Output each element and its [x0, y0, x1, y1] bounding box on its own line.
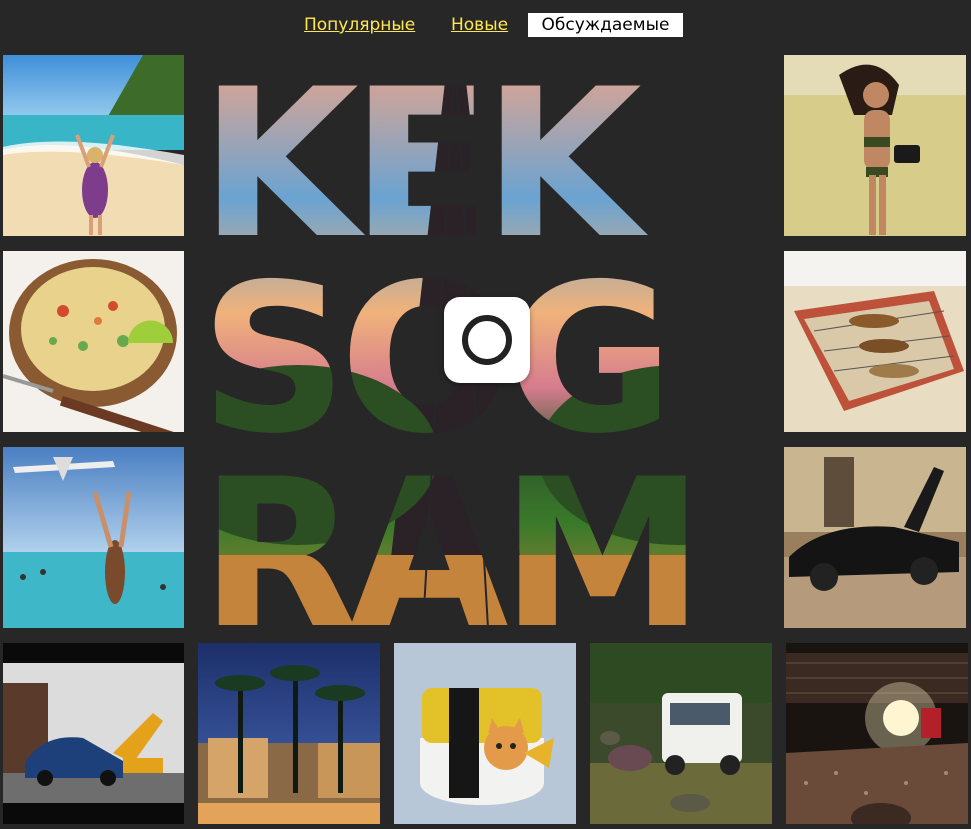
airplane-beach-image [3, 447, 184, 628]
beach-girl-image [3, 55, 184, 236]
salad-bowl-image [3, 251, 184, 432]
picture-bikini-camera[interactable] [784, 55, 966, 236]
bikini-camera-image [784, 55, 966, 236]
jeep-hippo-image [590, 643, 772, 824]
picture-airplane-beach[interactable] [3, 447, 184, 628]
sushi-cat-image [394, 643, 576, 824]
filter-new[interactable]: Новые [451, 13, 508, 37]
picture-concert-hall[interactable] [786, 643, 968, 824]
picture-beach-girl[interactable] [3, 55, 184, 236]
picture-car-demolition[interactable] [3, 643, 184, 824]
picture-palm-trees-night[interactable] [198, 643, 380, 824]
camera-lens [462, 315, 512, 365]
palm-trees-image [198, 643, 380, 824]
picture-sushi-cat[interactable] [394, 643, 576, 824]
picture-jeep-hippo[interactable] [590, 643, 772, 824]
picture-salad-bowl[interactable] [3, 251, 184, 432]
filter-popular[interactable]: Популярные [304, 13, 415, 37]
shoe-rack-image [784, 251, 966, 432]
filters-bar: Популярные Новые Обсуждаемые [0, 13, 971, 37]
filter-discussed[interactable]: Обсуждаемые [528, 13, 683, 37]
picture-shoe-rack[interactable] [784, 251, 966, 432]
picture-black-supercar[interactable] [784, 447, 966, 628]
concert-hall-image [786, 643, 968, 824]
black-supercar-image [784, 447, 966, 628]
car-demolition-image [3, 643, 184, 824]
camera-icon [444, 297, 530, 383]
